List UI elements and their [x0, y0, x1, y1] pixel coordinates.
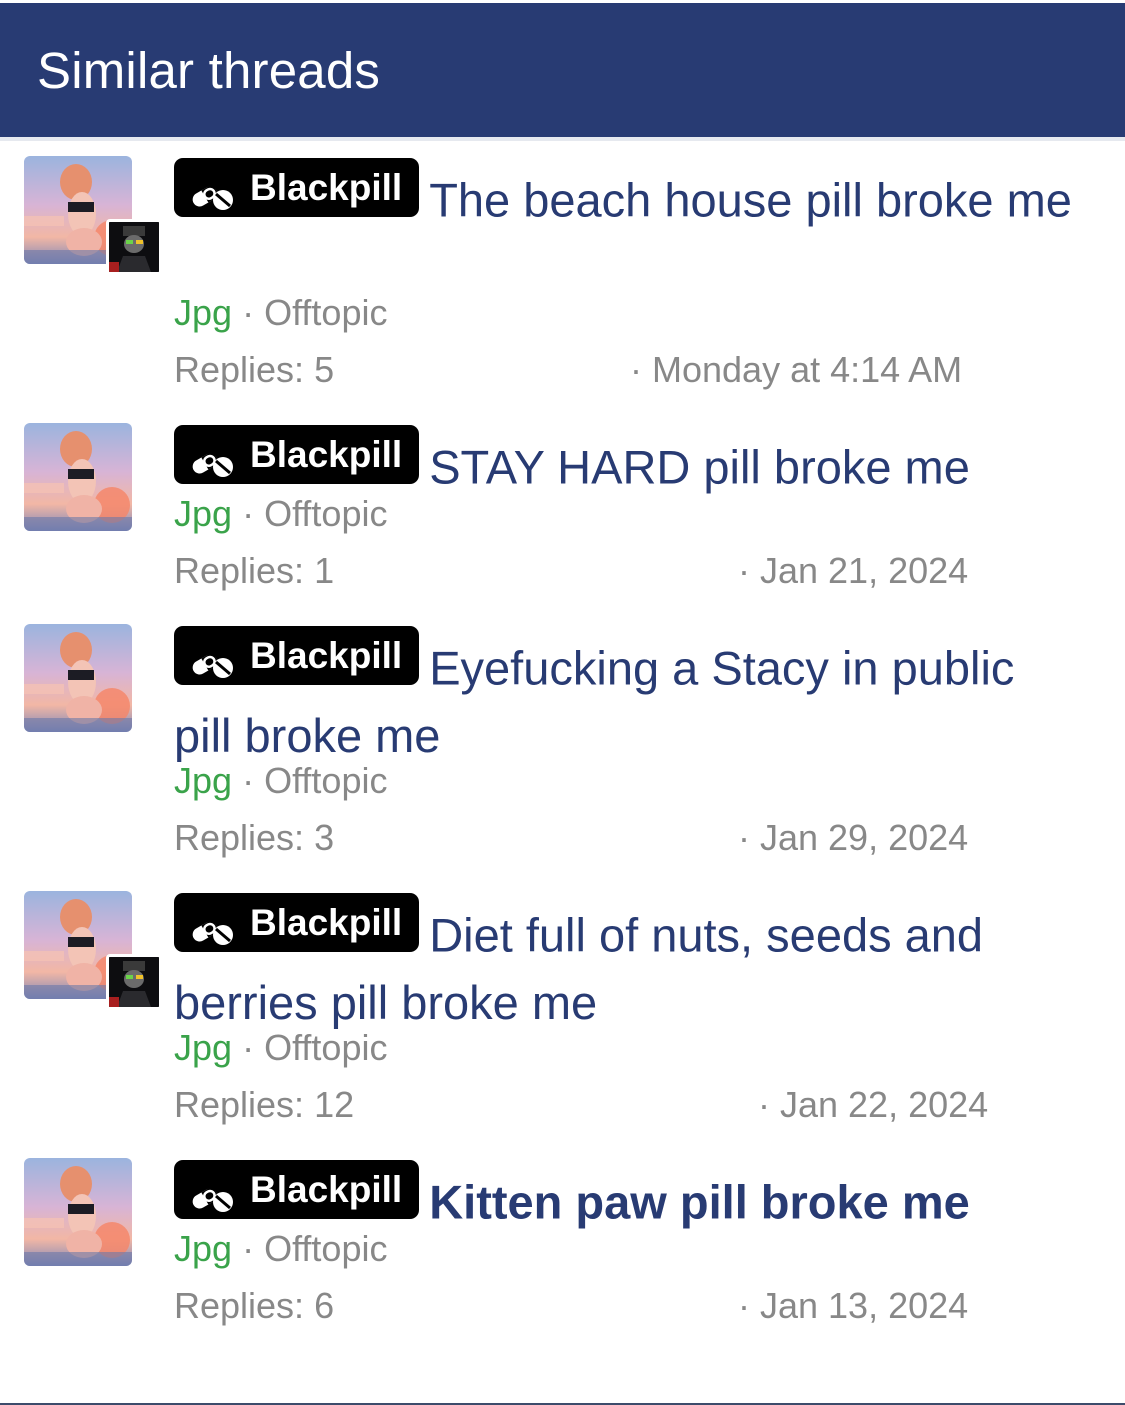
thread-replies: Replies: 12 [174, 1084, 355, 1125]
thread-title-link[interactable]: Blackpill Eyefucking a Stacy in public p… [174, 626, 1074, 769]
prefix-label: Blackpill [250, 434, 403, 475]
thread-stats: Replies: 12 · Jan 22, 2024 [174, 1084, 988, 1126]
pills-icon [188, 906, 236, 945]
prefix-label: Blackpill [250, 1169, 403, 1210]
thread-title[interactable]: The beach house pill broke me [429, 174, 1072, 227]
thread-last-post-date[interactable]: · Jan 21, 2024 [738, 550, 968, 592]
thread-replies: Replies: 5 [174, 349, 335, 390]
thread-author-link[interactable]: Jpg [174, 493, 232, 534]
thread-title[interactable]: Kitten paw pill broke me [429, 1176, 970, 1229]
thread-prefix-badge[interactable]: Blackpill [174, 893, 420, 952]
thread-prefix-badge[interactable]: Blackpill [174, 626, 420, 685]
thread-last-post-date[interactable]: · Jan 29, 2024 [738, 817, 968, 859]
header-divider [0, 137, 1125, 141]
meta-separator: · [242, 292, 255, 333]
thread-forum-link[interactable]: Offtopic [264, 292, 387, 333]
thread-title[interactable]: STAY HARD pill broke me [429, 441, 970, 494]
thread-author-link[interactable]: Jpg [174, 292, 232, 333]
thread-meta: Jpg · Offtopic [174, 760, 387, 802]
thread-title-link[interactable]: Blackpill STAY HARD pill broke me [174, 425, 1074, 501]
thread-title-link[interactable]: Blackpill The beach house pill broke me [174, 158, 1074, 234]
thread-title-link[interactable]: Blackpill Diet full of nuts, seeds and b… [174, 893, 1074, 1036]
thread-prefix-badge[interactable]: Blackpill [174, 1160, 420, 1219]
thread-meta: Jpg · Offtopic [174, 1027, 387, 1069]
similar-threads-panel: Similar threads Blackpill The beach hous… [0, 0, 1125, 1405]
thread-meta: Jpg · Offtopic [174, 292, 387, 334]
panel-header: Similar threads [0, 3, 1125, 137]
thread-title-link[interactable]: Blackpill Kitten paw pill broke me [174, 1160, 1074, 1236]
thread-prefix-badge[interactable]: Blackpill [174, 158, 420, 217]
thread-forum-link[interactable]: Offtopic [264, 760, 387, 801]
prefix-label: Blackpill [250, 902, 403, 943]
thread-meta: Jpg · Offtopic [174, 493, 387, 535]
meta-separator: · [242, 760, 255, 801]
thread-stats: Replies: 1 · Jan 21, 2024 [174, 550, 974, 592]
meta-separator: · [242, 493, 255, 534]
thread-prefix-badge[interactable]: Blackpill [174, 425, 420, 484]
user-avatar[interactable] [24, 423, 132, 531]
thread-forum-link[interactable]: Offtopic [264, 493, 387, 534]
thread-forum-link[interactable]: Offtopic [264, 1027, 387, 1068]
prefix-label: Blackpill [250, 167, 403, 208]
pills-icon [188, 1173, 236, 1212]
thread-last-post-date[interactable]: · Monday at 4:14 AM [630, 349, 962, 391]
pills-icon [188, 438, 236, 477]
meta-separator: · [242, 1228, 255, 1269]
thread-author-link[interactable]: Jpg [174, 760, 232, 801]
thread-last-post-date[interactable]: · Jan 13, 2024 [738, 1285, 968, 1327]
last-poster-avatar[interactable] [106, 954, 162, 1010]
pills-icon [188, 639, 236, 678]
thread-author-link[interactable]: Jpg [174, 1027, 232, 1068]
thread-stats: Replies: 6 · Jan 13, 2024 [174, 1285, 974, 1327]
prefix-label: Blackpill [250, 635, 403, 676]
thread-meta: Jpg · Offtopic [174, 1228, 387, 1270]
pills-icon [188, 171, 236, 210]
last-poster-avatar[interactable] [106, 219, 162, 275]
thread-last-post-date[interactable]: · Jan 22, 2024 [758, 1084, 988, 1126]
user-avatar[interactable] [24, 624, 132, 732]
thread-replies: Replies: 6 [174, 1285, 335, 1326]
panel-title: Similar threads [37, 41, 381, 99]
thread-stats: Replies: 3 · Jan 29, 2024 [174, 817, 974, 859]
meta-separator: · [242, 1027, 255, 1068]
thread-stats: Replies: 5 · Monday at 4:14 AM [174, 349, 974, 391]
thread-forum-link[interactable]: Offtopic [264, 1228, 387, 1269]
thread-replies: Replies: 3 [174, 817, 335, 858]
user-avatar[interactable] [24, 1158, 132, 1266]
thread-author-link[interactable]: Jpg [174, 1228, 232, 1269]
thread-replies: Replies: 1 [174, 550, 335, 591]
